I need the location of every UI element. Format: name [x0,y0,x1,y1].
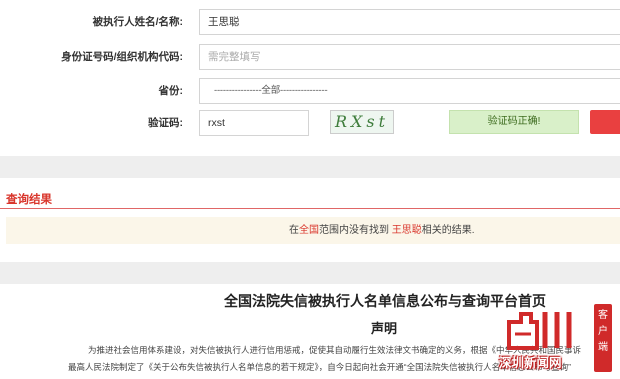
watermark: 深圳新闻网 客户端 [497,300,620,379]
province-select-value: ----------------全部---------------- [214,85,328,96]
province-row: 省份: ----------------全部---------------- [0,75,620,105]
divider-band-2 [0,262,620,284]
name-input[interactable]: 王思聪 [199,9,620,35]
watermark-name: 深圳新闻网 [499,356,562,370]
watermark-seal: 客户端 [594,304,612,372]
msg-suffix: 相关的结果. [421,225,475,236]
msg-name: 王思聪 [391,225,422,236]
province-label: 省份: [158,85,184,97]
page: 被执行人姓名/名称: 王思聪 身份证号码/组织机构代码: 需完整填写 省份: -… [0,0,620,379]
name-label: 被执行人姓名/名称: [92,16,183,28]
divider-band [0,156,620,178]
watermark-seal-text: 客户端 [598,310,608,353]
result-message: 在全国范围内没有找到 王思聪相关的结果. [6,217,620,244]
msg-prefix: 在 [289,225,299,236]
captcha-label: 验证码: [148,117,183,129]
captcha-status: 验证码正确! [449,110,579,134]
captcha-input[interactable]: rxst [199,110,309,136]
captcha-image[interactable]: RXst [330,110,394,134]
result-title: 查询结果 [6,194,52,206]
query-button[interactable] [590,110,620,134]
sz-news-logo-icon [507,312,572,350]
name-row: 被执行人姓名/名称: 王思聪 [0,6,620,36]
id-input[interactable]: 需完整填写 [199,44,620,70]
msg-scope: 全国 [299,225,319,236]
msg-middle: 范围内没有找到 [319,225,389,236]
id-label: 身份证号码/组织机构代码: [61,51,183,63]
province-select[interactable]: ----------------全部---------------- [199,78,620,104]
result-divider [0,208,620,209]
id-row: 身份证号码/组织机构代码: 需完整填写 [0,41,620,71]
declaration-paragraph-2: 最高人民法院制定了《关于公布失信被执行人名单信息的若干规定》，自今日起向社会开通… [68,362,571,372]
